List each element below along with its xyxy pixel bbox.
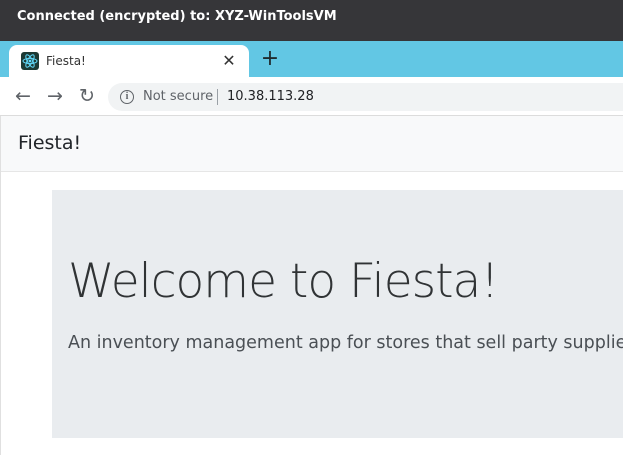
page-viewport: Fiesta! Welcome to Fiesta! An inventory …	[0, 116, 623, 455]
react-atom-icon	[21, 52, 39, 70]
back-arrow-icon[interactable]: ←	[11, 84, 35, 108]
address-divider	[217, 89, 218, 105]
close-icon[interactable]: ✕	[219, 51, 239, 71]
info-icon[interactable]: i	[120, 90, 134, 104]
hero-subtitle: An inventory management app for stores t…	[68, 333, 623, 353]
security-status[interactable]: Not secure	[143, 89, 213, 104]
forward-arrow-icon[interactable]: →	[43, 84, 67, 108]
new-tab-button[interactable]: +	[259, 48, 281, 70]
reload-icon[interactable]: ↻	[75, 84, 99, 108]
browser-tab-strip: Fiesta! ✕ +	[0, 41, 623, 77]
remote-session-status: Connected (encrypted) to: XYZ-WinToolsVM	[0, 0, 623, 41]
browser-toolbar: ← → ↻ i Not secure 10.38.113.28	[0, 77, 623, 116]
url-text[interactable]: 10.38.113.28	[227, 89, 314, 104]
hero-title: Welcome to Fiesta!	[68, 254, 499, 309]
address-bar[interactable]: i Not secure 10.38.113.28	[108, 83, 623, 111]
tab-title: Fiesta!	[46, 54, 86, 68]
site-navbar: Fiesta!	[1, 116, 623, 172]
navbar-brand[interactable]: Fiesta!	[18, 132, 81, 154]
browser-tab[interactable]: Fiesta! ✕	[9, 45, 249, 77]
hero-jumbotron: Welcome to Fiesta! An inventory manageme…	[52, 190, 623, 438]
